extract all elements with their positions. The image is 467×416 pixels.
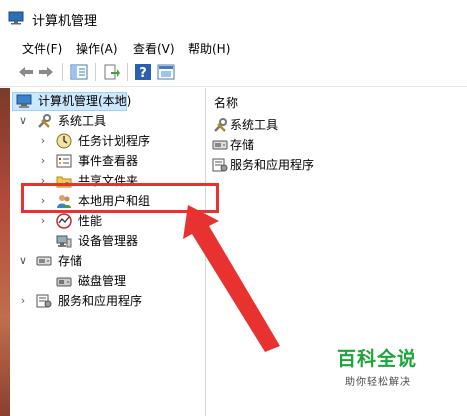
help-icon[interactable]: ? xyxy=(134,64,152,80)
watermark-title: 百科全说 xyxy=(337,348,418,370)
tree-label: 任务计划程序 xyxy=(78,134,151,148)
list-item-label: 存储 xyxy=(230,138,255,152)
clock-icon xyxy=(56,133,72,149)
back-arrow-icon[interactable] xyxy=(17,64,35,80)
chevron-right-icon[interactable]: › xyxy=(37,211,49,231)
tools-icon xyxy=(214,118,227,132)
tree-item-task-scheduler[interactable]: › 任务计划程序 xyxy=(14,131,194,151)
tree-item-storage[interactable]: ∨ 存储 xyxy=(14,251,194,271)
services-icon xyxy=(36,294,52,308)
svg-text:?: ? xyxy=(139,66,147,80)
toolbar-separator xyxy=(127,63,128,81)
performance-icon xyxy=(56,213,72,229)
tree-item-device-manager[interactable]: 设备管理器 xyxy=(14,231,194,251)
menu-view[interactable]: 查看(V) xyxy=(133,40,175,57)
desktop-background xyxy=(0,88,10,416)
watermark-subtitle: 助你轻松解决 xyxy=(345,377,411,388)
tree-label: 设备管理器 xyxy=(78,234,139,248)
list-item-label: 系统工具 xyxy=(230,118,279,132)
chevron-right-icon[interactable]: › xyxy=(37,131,49,151)
services-icon xyxy=(212,158,228,172)
storage-icon xyxy=(212,140,228,150)
tools-icon xyxy=(38,114,51,128)
chevron-down-icon[interactable]: ∨ xyxy=(17,111,29,131)
list-item-label: 服务和应用程序 xyxy=(230,158,315,172)
computer-management-icon xyxy=(8,11,24,25)
show-tree-icon[interactable] xyxy=(70,64,88,80)
event-viewer-icon xyxy=(56,154,72,168)
chevron-right-icon[interactable]: › xyxy=(17,291,29,311)
tree-label: 事件查看器 xyxy=(78,154,139,168)
menu-bar: 文件(F) 操作(A) 查看(V) 帮助(H) xyxy=(0,36,467,58)
tree-item-system-tools[interactable]: ∨ 系统工具 xyxy=(14,111,194,131)
tree-pane: 计算机管理(本地) ∨ 系统工具 › 任务计划程序 › 事件查看器 › 共享文件… xyxy=(10,88,206,416)
annotation-highlight-box xyxy=(21,183,219,213)
column-header-name[interactable]: 名称 xyxy=(214,94,238,111)
tree-label: 服务和应用程序 xyxy=(58,294,143,308)
title-bar: 计算机管理 xyxy=(0,0,467,36)
tree-label: 性能 xyxy=(78,214,103,228)
tree-item-services-apps[interactable]: › 服务和应用程序 xyxy=(14,291,194,311)
menu-action[interactable]: 操作(A) xyxy=(76,40,118,57)
tree-label: 计算机管理(本地) xyxy=(38,94,132,108)
toolbar: ? xyxy=(0,58,467,87)
storage-icon xyxy=(36,256,52,266)
tree-label: 磁盘管理 xyxy=(78,274,127,288)
chevron-right-icon[interactable]: › xyxy=(37,151,49,171)
menu-help[interactable]: 帮助(H) xyxy=(188,40,230,57)
disk-management-icon xyxy=(56,277,72,287)
properties-icon[interactable] xyxy=(157,64,175,80)
tree-item-event-viewer[interactable]: › 事件查看器 xyxy=(14,151,194,171)
device-manager-icon xyxy=(56,235,72,248)
toolbar-separator xyxy=(95,63,96,81)
toolbar-separator xyxy=(62,63,63,81)
tree-label: 系统工具 xyxy=(58,114,107,128)
watermark: 百科全说 助你轻松解决 xyxy=(337,344,417,388)
forward-arrow-icon[interactable] xyxy=(37,64,55,80)
window-title: 计算机管理 xyxy=(32,14,98,29)
computer-icon xyxy=(16,94,32,108)
tree-label: 存储 xyxy=(58,254,83,268)
menu-file[interactable]: 文件(F) xyxy=(22,40,62,57)
tree-item-disk-management[interactable]: 磁盘管理 xyxy=(14,271,194,291)
export-list-icon[interactable] xyxy=(103,64,121,80)
tree-item-performance[interactable]: › 性能 xyxy=(14,211,194,231)
chevron-down-icon[interactable]: ∨ xyxy=(17,251,29,271)
